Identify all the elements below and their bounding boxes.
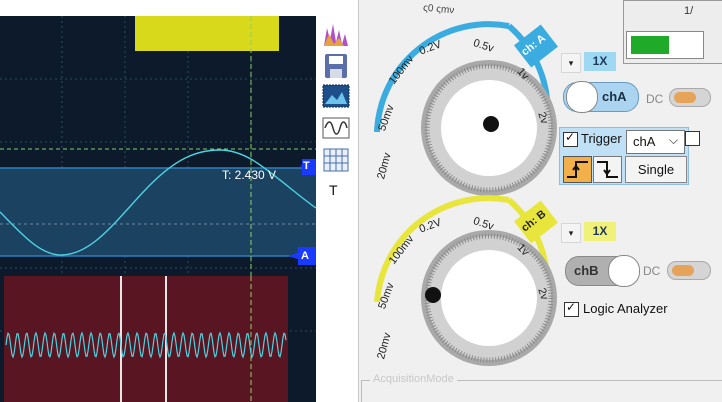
ch-b-toggle[interactable]: chB xyxy=(565,255,640,287)
logic-analyzer-checkbox[interactable] xyxy=(564,300,579,317)
ch-b-coupling-switch[interactable] xyxy=(667,261,711,280)
logic-analyzer-label: Logic Analyzer xyxy=(583,301,668,316)
ch-a-coupling-switch-knob xyxy=(674,92,696,103)
ch-b-knob-pointer xyxy=(425,287,441,303)
ch-a-gain-label: 1X xyxy=(592,54,608,68)
ch-a-toggle-knob xyxy=(566,81,598,113)
level-meter-fill xyxy=(631,36,669,54)
trigger-extra-checkbox[interactable] xyxy=(685,131,700,146)
ch-b-knob-face[interactable] xyxy=(441,250,537,346)
trigger-single-button[interactable]: Single xyxy=(625,156,687,183)
chevron-down-icon: ▾ xyxy=(568,228,574,238)
grid-icon[interactable] xyxy=(321,146,351,174)
acquisition-mode-label: AcquisitionMode xyxy=(370,373,457,385)
falling-edge-icon xyxy=(597,161,618,178)
ch-b-coupling-switch-knob xyxy=(672,265,694,276)
ch-a-coupling-switch[interactable] xyxy=(669,88,711,107)
chevron-down-icon: ▾ xyxy=(568,58,574,68)
trace-voltage-readout: T: 2.430 V xyxy=(222,168,277,182)
trigger-label: Trigger xyxy=(581,131,622,146)
acquisition-mode-group: AcquisitionMode xyxy=(361,373,722,402)
waveform-icon[interactable] xyxy=(321,114,351,142)
ch-a-dropdown-button[interactable]: ▾ xyxy=(561,53,581,73)
oscilloscope-display[interactable]: T: 2.430 V T A xyxy=(0,0,316,402)
scope-toolbar: T xyxy=(318,16,358,246)
level-meter-text: 1/ xyxy=(684,5,694,17)
ch-b-coupling-label: DC xyxy=(643,264,661,278)
trigger-source-value: chA xyxy=(633,134,656,149)
level-meter-box: 1/ xyxy=(623,0,722,64)
ch-a-knob-pointer xyxy=(483,116,499,132)
screenshot-icon[interactable] xyxy=(321,82,351,110)
ch-b-dropdown-button[interactable]: ▾ xyxy=(561,223,581,243)
chevron-down-icon: ⌵ xyxy=(669,133,679,147)
trigger-marker-label: T xyxy=(303,160,310,172)
trigger-single-label: Single xyxy=(637,162,675,177)
ch-a-coupling-label: DC xyxy=(646,92,664,106)
ch-b-gain-label: 1X xyxy=(592,224,608,238)
trigger-checkbox[interactable] xyxy=(563,130,578,147)
ch-b-toggle-label: chB xyxy=(574,263,599,278)
rising-edge-icon xyxy=(567,161,588,178)
ch-a-toggle[interactable]: chA xyxy=(563,81,639,113)
scope-top-gap xyxy=(0,0,316,16)
channel-marker-label: A xyxy=(301,250,309,262)
trigger-rising-edge-button[interactable] xyxy=(563,156,592,183)
ch-b-gain-button[interactable]: 1X xyxy=(584,222,616,241)
save-icon[interactable] xyxy=(321,52,351,80)
trigger-falling-edge-button[interactable] xyxy=(593,156,622,183)
text-tool-button[interactable]: T xyxy=(329,182,338,198)
spectrum-icon[interactable] xyxy=(321,20,351,48)
ch-b-toggle-knob xyxy=(608,255,640,287)
ch-a-toggle-label: chA xyxy=(602,89,627,104)
yellow-reference-block xyxy=(135,16,279,51)
control-panel: 1/ ch: A ς0 ςmν 20mv 50mv 100mv 0.2V 0.5… xyxy=(358,0,722,402)
trigger-source-select[interactable]: chA ⌵ xyxy=(626,130,685,154)
level-meter-track xyxy=(626,31,704,59)
ch-a-gain-button[interactable]: 1X xyxy=(584,52,616,71)
